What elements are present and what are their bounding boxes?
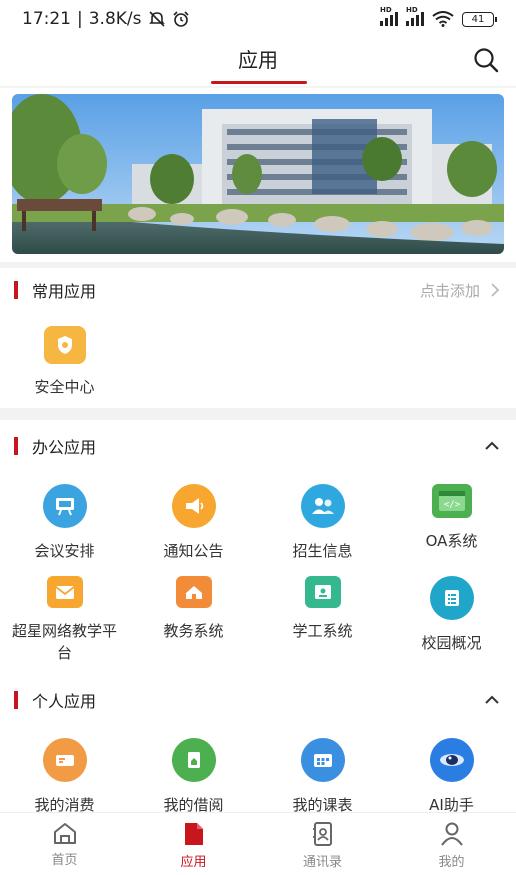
status-bar: 17:21 | 3.8K/s HD HD 41 xyxy=(0,0,516,38)
app-header: 应用 xyxy=(0,38,516,84)
collapse-control xyxy=(484,695,500,705)
app-tile-student-affairs[interactable]: 学工系统 xyxy=(258,576,387,642)
section-marker xyxy=(14,691,18,709)
office-apps-header[interactable]: 办公应用 xyxy=(0,426,516,466)
home-icon xyxy=(53,823,76,844)
book-icon xyxy=(171,738,216,782)
nav-contacts-label: 通讯录 xyxy=(302,855,342,870)
app-tile-label: 招生信息 xyxy=(292,542,353,560)
app-tile-notice[interactable]: 通知公告 xyxy=(129,484,258,562)
home-folder-icon xyxy=(175,576,212,608)
campus-photo xyxy=(12,94,504,254)
battery-level: 41 xyxy=(471,13,485,25)
app-tile-academic-affairs[interactable]: 教务系统 xyxy=(129,576,258,642)
nav-profile[interactable]: 我的 xyxy=(387,813,516,875)
nav-home[interactable]: 首页 xyxy=(0,813,129,875)
nav-contacts[interactable]: 通讯录 xyxy=(258,813,387,875)
app-tile-my-borrowing[interactable]: 我的借阅 xyxy=(129,738,258,816)
status-separator: | xyxy=(77,9,83,29)
active-tab-underline xyxy=(211,81,307,84)
nav-apps[interactable]: 应用 xyxy=(129,813,258,875)
app-tile-chaoxing[interactable]: 超星网络教学平台 xyxy=(0,576,129,664)
svg-text:</>: </> xyxy=(443,500,460,510)
mute-icon xyxy=(148,11,165,27)
personal-apps-title: 个人应用 xyxy=(32,692,97,711)
app-tile-my-spending[interactable]: 我的消费 xyxy=(0,738,129,816)
mail-icon xyxy=(46,576,83,608)
collapse-control xyxy=(484,441,500,451)
section-marker xyxy=(14,437,18,455)
status-speed: 3.8K/s xyxy=(88,9,142,29)
signal-icon: HD xyxy=(380,6,398,26)
shield-icon xyxy=(43,326,86,364)
section-marker xyxy=(14,281,18,299)
app-tile-admissions[interactable]: 招生信息 xyxy=(258,484,387,562)
alarm-icon xyxy=(172,11,189,27)
common-apps-title: 常用应用 xyxy=(32,282,97,301)
app-doc-icon xyxy=(184,823,203,845)
app-tile-oa[interactable]: </> OA系统 xyxy=(387,484,516,552)
app-tile-security-center[interactable]: 安全中心 xyxy=(0,326,129,398)
notice-icon xyxy=(171,484,216,528)
app-tile-label: 教务系统 xyxy=(163,622,224,640)
header-divider xyxy=(0,86,516,88)
app-tile-label: 会议安排 xyxy=(34,542,95,560)
people-icon xyxy=(300,484,345,528)
app-tile-label: 通知公告 xyxy=(163,542,224,560)
app-tile-meeting[interactable]: 会议安排 xyxy=(0,484,129,562)
battery-icon: 41 xyxy=(462,11,497,27)
wallet-icon xyxy=(42,738,87,782)
code-window-icon: </> xyxy=(431,484,472,518)
app-tile-label: 校园概况 xyxy=(421,634,482,652)
contacts-icon xyxy=(312,822,332,846)
add-app-label: 点击添加 xyxy=(419,281,480,300)
page-title: 应用 xyxy=(238,47,278,72)
chevron-right-icon xyxy=(491,283,500,297)
wifi-icon xyxy=(432,11,454,27)
schedule-icon xyxy=(300,738,345,782)
chevron-up-icon[interactable] xyxy=(484,441,500,451)
section-gap xyxy=(0,262,516,268)
nav-profile-label: 我的 xyxy=(438,855,465,870)
card-icon xyxy=(304,576,341,608)
bottom-nav: 首页 应用 通讯录 我的 xyxy=(0,812,516,875)
app-tile-ai-assistant[interactable]: AI助手 xyxy=(387,738,516,816)
ai-eye-icon xyxy=(429,738,474,782)
app-tile-label: 超星网络教学平台 xyxy=(11,622,117,662)
add-app-button[interactable]: 点击添加 xyxy=(420,280,500,301)
app-tile-campus-overview[interactable]: 校园概况 xyxy=(387,576,516,654)
profile-icon xyxy=(440,822,463,846)
chevron-up-icon[interactable] xyxy=(484,695,500,705)
nav-apps-label: 应用 xyxy=(180,855,207,870)
personal-apps-header[interactable]: 个人应用 xyxy=(0,680,516,720)
app-tile-my-schedule[interactable]: 我的课表 xyxy=(258,738,387,816)
office-apps-title: 办公应用 xyxy=(32,438,97,457)
status-time: 17:21 xyxy=(22,9,71,29)
section-gap xyxy=(0,408,516,420)
search-icon[interactable] xyxy=(472,46,500,74)
nav-home-label: 首页 xyxy=(51,853,78,868)
app-tile-label: 安全中心 xyxy=(34,378,95,396)
signal-icon: HD xyxy=(406,6,424,26)
list-icon xyxy=(429,576,474,620)
meeting-icon xyxy=(42,484,87,528)
app-tile-label: OA系统 xyxy=(425,532,478,550)
app-tile-label: 学工系统 xyxy=(292,622,353,640)
campus-banner[interactable] xyxy=(12,94,504,254)
common-apps-header: 常用应用 点击添加 xyxy=(0,270,516,310)
